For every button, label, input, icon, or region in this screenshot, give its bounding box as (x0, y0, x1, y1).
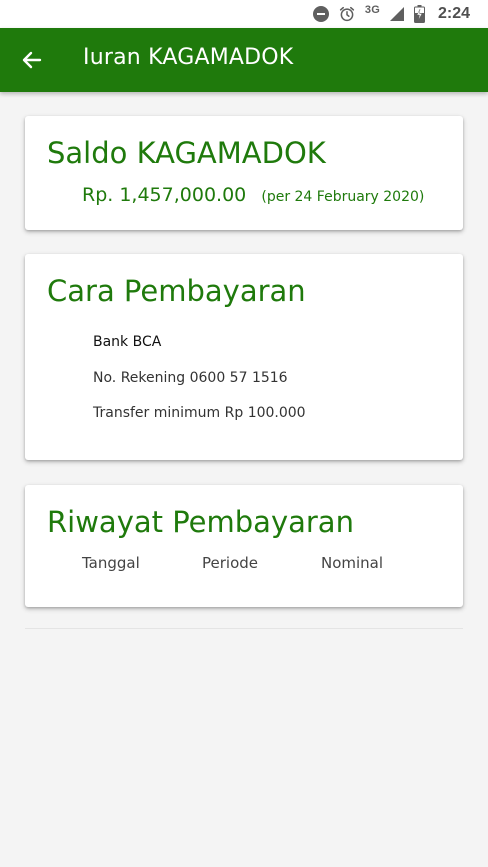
column-header-date: Tanggal (82, 554, 140, 572)
do-not-disturb-icon (312, 6, 329, 22)
network-type-label: 3G (364, 4, 380, 16)
payment-history-title: Riwayat Pembayaran (47, 505, 354, 539)
column-header-amount: Nominal (321, 554, 384, 572)
payment-method-title: Cara Pembayaran (47, 274, 306, 308)
alarm-icon (339, 6, 355, 22)
signal-icon (389, 7, 404, 21)
minimum-transfer: Transfer minimum Rp 100.000 (93, 405, 306, 421)
clock: 2:24 (437, 5, 470, 22)
column-header-period: Periode (202, 554, 259, 572)
status-icons: 3G 2:24 (312, 4, 470, 24)
app-bar: Iuran KAGAMADOK (0, 28, 488, 92)
account-number: No. Rekening 0600 57 1516 (93, 370, 288, 386)
arrow-left-icon[interactable] (20, 48, 44, 72)
payment-history-card: Riwayat Pembayaran Tanggal Periode Nomin… (25, 485, 463, 607)
bank-name: Bank BCA (93, 334, 162, 350)
status-bar: 3G 2:24 (0, 0, 488, 28)
battery-charging-icon (413, 5, 425, 23)
divider (25, 628, 463, 629)
saldo-title: Saldo KAGAMADOK (47, 136, 326, 170)
saldo-date: (per 24 February 2020) (261, 189, 425, 205)
saldo-line: Rp. 1,457,000.00 (per 24 February 2020) (82, 184, 424, 206)
page-title: Iuran KAGAMADOK (83, 45, 294, 70)
payment-method-card: Cara Pembayaran Bank BCA No. Rekening 06… (25, 254, 463, 460)
saldo-amount: Rp. 1,457,000.00 (82, 184, 247, 206)
saldo-card: Saldo KAGAMADOK Rp. 1,457,000.00 (per 24… (25, 116, 463, 230)
